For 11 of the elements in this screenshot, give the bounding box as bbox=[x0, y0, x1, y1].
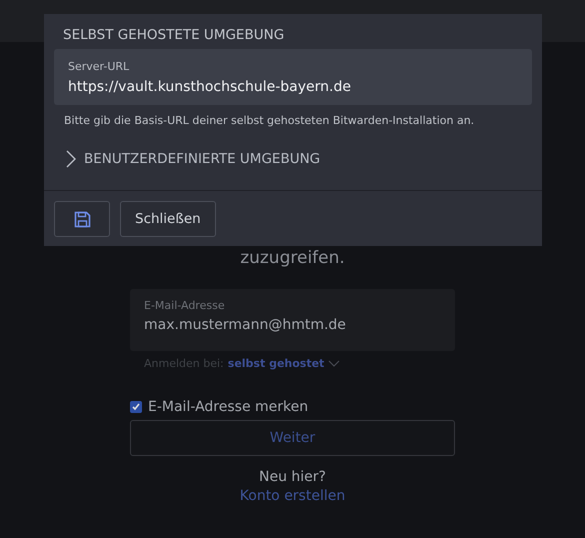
new-here-text: Neu hier? bbox=[259, 469, 326, 485]
close-button[interactable]: Schließen bbox=[120, 201, 216, 237]
dialog-title: SELBST GEHOSTETE UMGEBUNG bbox=[62, 26, 286, 45]
remember-checkbox[interactable] bbox=[130, 401, 142, 413]
save-button[interactable] bbox=[54, 201, 110, 237]
email-field[interactable]: E-Mail-Adresse max.mustermann@hmtm.de bbox=[130, 289, 455, 351]
heading: zuzugreifen. bbox=[240, 248, 345, 270]
hint-text: Bitte gib die Basis-URL deiner selbst gehosteten Bitwarden-Installation an. bbox=[63, 113, 476, 127]
custom-environment-toggle[interactable]: BENUTZERDEFINIERTE UMGEBUNG bbox=[44, 127, 542, 172]
remember-label: E-Mail-Adresse merken bbox=[148, 399, 308, 415]
server-url-field[interactable]: Server-URL https://vault.kunsthochschule-bayern.de bbox=[54, 49, 532, 105]
